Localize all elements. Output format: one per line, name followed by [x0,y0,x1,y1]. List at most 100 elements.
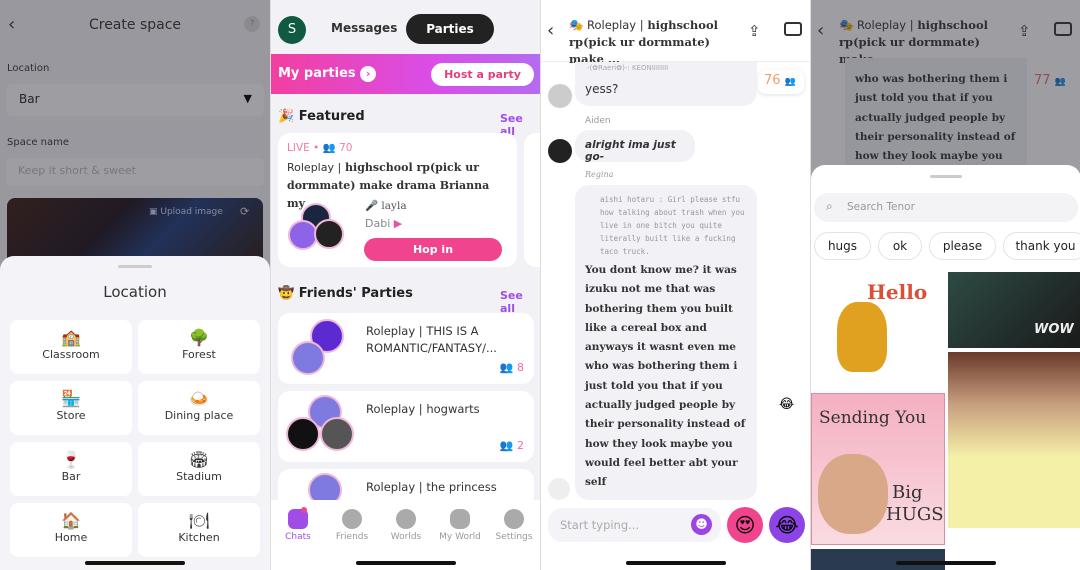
location-option-bar[interactable]: 🍷 Bar [10,442,132,496]
create-space-panel: ‹ Create space ? Location Bar ▼ Space na… [0,0,270,570]
listener-count: 70 [339,142,353,154]
location-option-stadium[interactable]: 🏟 Stadium [138,442,260,496]
gif-hello[interactable]: Hello [811,272,945,390]
featured-party-card[interactable]: LIVE • 👥 70 Roleplay | highschool rp(pic… [278,133,517,267]
host-party-button[interactable]: Host a party [431,63,534,86]
back-icon[interactable]: ‹ [547,20,554,41]
option-label: Dining place [164,409,234,422]
sheet-handle[interactable] [930,175,962,178]
featured-heading: 🎉 Featured [278,109,365,124]
avatar [314,219,344,249]
avatar [320,417,354,451]
location-option-store[interactable]: 🏪 Store [10,381,132,435]
gif-office[interactable] [811,549,945,570]
friend-party-card[interactable]: Roleplay | hogwarts 👥 2 [278,391,534,462]
my-parties-label: My parties [278,66,356,81]
bottom-nav: Chats Friends Worlds My World Settings [271,500,540,570]
heart-eyes-quick-reaction[interactable]: 😍 [727,507,763,543]
notification-dot [301,507,307,513]
option-label: Kitchen [178,531,220,544]
online-count-badge[interactable]: 76 👥 [758,70,804,94]
featured-party-card-next[interactable] [524,133,540,267]
sheet-handle[interactable] [118,265,152,268]
laughing-reaction-icon[interactable]: 😂 [779,397,794,412]
avatar [286,417,320,451]
member-count: 👥 8 [499,361,524,374]
host-name: layla [381,200,407,212]
message-text: yess? [585,82,619,96]
avatar [548,139,572,163]
wine-icon: 🍷 [61,450,81,469]
tab-parties[interactable]: Parties [406,14,494,44]
home-indicator [85,561,185,565]
friends-parties-heading: 🤠 Friends' Parties [278,286,413,301]
gif-laughing-baby[interactable] [948,352,1080,528]
chat-header: ‹ 🎭 Roleplay | highschool rp(pick ur dor… [541,0,810,66]
friend-party-card[interactable]: Roleplay | THIS IS A ROMANTIC/FANTASY/..… [278,313,534,384]
home-indicator [356,561,456,565]
member-count: 👥 2 [499,439,524,452]
gif-big-hugs[interactable]: Sending You Big HUGS [811,393,945,545]
home-indicator [896,561,996,565]
chip-hugs[interactable]: hugs [814,232,871,260]
option-label: Bar [61,470,81,483]
search-icon: ⌕ [826,199,833,213]
avatar [291,341,325,375]
laughing-quick-reaction[interactable]: 😂 [769,507,805,543]
hop-in-button[interactable]: Hop in [364,238,502,261]
input-placeholder: Start typing... [560,518,640,532]
avatar [548,84,572,108]
location-option-home[interactable]: 🏠 Home [10,503,132,557]
chip-thank-you[interactable]: thank you [1003,232,1080,260]
gif-wow[interactable]: WOW [948,272,1080,348]
location-option-forest[interactable]: 🌳 Forest [138,320,260,374]
chat-panel: ‹ 🎭 Roleplay | highschool rp(pick ur dor… [540,0,810,570]
play-icon: ▶ [393,217,403,230]
friends-label: Friends' Parties [298,286,413,301]
nav-worlds[interactable]: Worlds [379,500,433,542]
friends-see-all[interactable]: See all [500,289,540,315]
share-icon[interactable]: ⇪ [748,22,761,40]
chip-please[interactable]: please [929,232,996,260]
chip-ok[interactable]: ok [878,232,922,260]
nav-friends[interactable]: Friends [325,500,379,542]
host-1: 🎤 layla [365,199,407,212]
tab-messages[interactable]: Messages [331,21,397,35]
location-option-kitchen[interactable]: 🍽 Kitchen [138,503,260,557]
location-sheet: Location 🏫 Classroom 🌳 Forest 🏪 Store 🍛 Dini… [0,256,270,570]
menu-icon[interactable] [784,22,802,36]
friends-icon [342,509,362,529]
gif-picker-panel: ‹ 🎭 Roleplay | highschool rp(pick ur dor… [810,0,1080,570]
nav-my-world[interactable]: My World [433,500,487,542]
option-label: Classroom [42,348,100,361]
planet-icon [396,509,416,529]
mic-icon: 🎤 [365,200,379,212]
gem-icon [450,509,470,529]
location-option-dining[interactable]: 🍛 Dining place [138,381,260,435]
nav-chats[interactable]: Chats [271,500,325,542]
message-text: You dont know me? it was izuku not me th… [585,264,746,489]
teddy-bear-image [818,454,888,534]
live-badge: LIVE [287,142,310,154]
location-option-classroom[interactable]: 🏫 Classroom [10,320,132,374]
reply-quote: -(✿Raeri✿)-: KEONIIIIIIII [587,64,669,72]
chevron-right-icon: › [360,66,377,82]
profile-avatar[interactable]: S [278,16,306,44]
sheet-title: Location [103,283,167,301]
message-input[interactable]: Start typing... ☻ [548,508,721,542]
store-icon: 🏪 [61,389,81,408]
host-2: Dabi ▶ [365,217,402,230]
option-label: Store [56,409,86,422]
message-bubble: alright ima just go- [575,130,695,163]
nav-settings[interactable]: Settings [487,500,540,542]
search-tenor-input[interactable]: ⌕ Search Tenor [814,193,1078,222]
party-popper-icon: 🎉 [278,109,295,124]
parties-panel: S Messages Parties My parties › Host a p… [270,0,540,570]
user-icon [504,509,524,529]
reply-quote: aishi hotaru : Girl please stfu how talk… [600,195,745,256]
my-parties-link[interactable]: My parties › [278,66,377,82]
sender-name: Regina [585,170,614,179]
food-icon: 🍛 [189,389,209,408]
message-text: alright ima just go- [585,139,676,163]
emoji-picker-icon[interactable]: ☻ [691,514,712,535]
